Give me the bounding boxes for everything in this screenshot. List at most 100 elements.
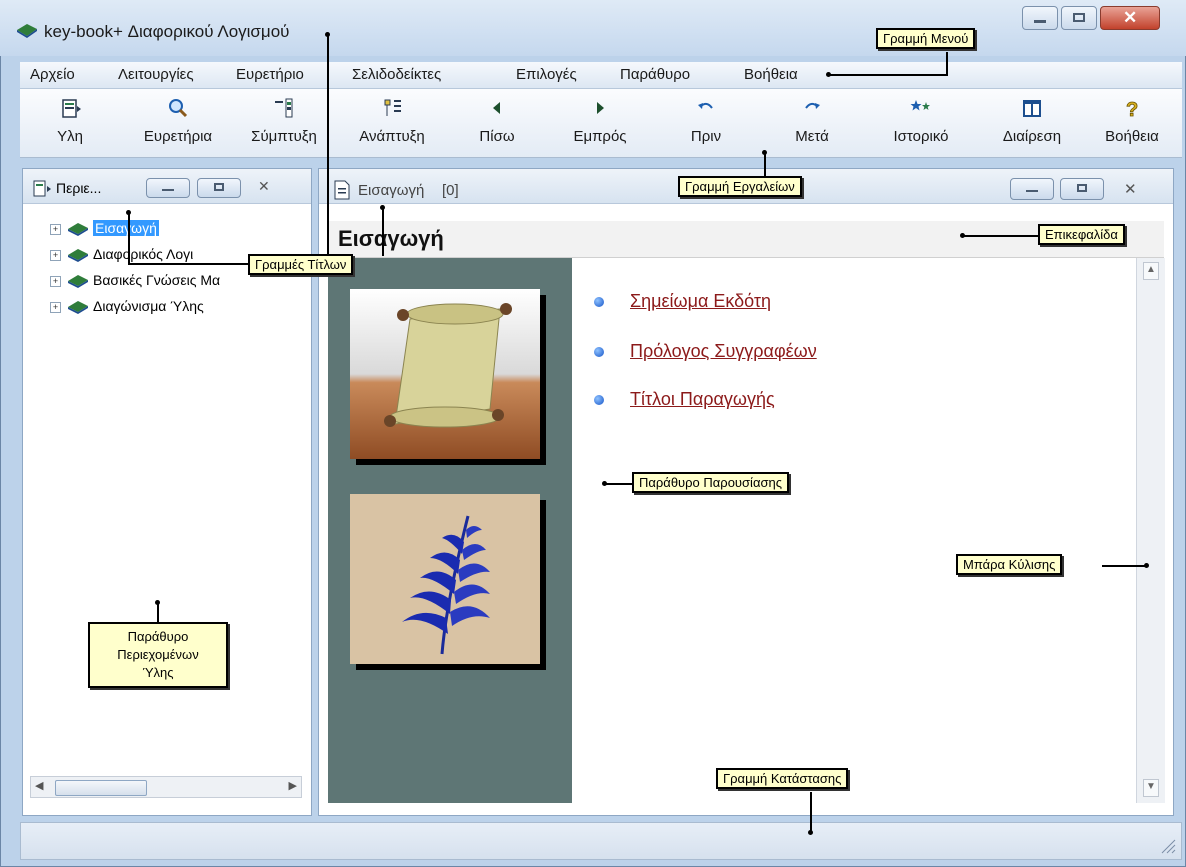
callout-line	[128, 263, 250, 265]
menu-bookmarks[interactable]: Σελιδοδείκτες	[352, 66, 441, 83]
toolbar-collapse-label: Σύμπτυξη	[251, 128, 317, 145]
menu-file[interactable]: Αρχείο	[30, 66, 75, 83]
toolbar-help-button[interactable]: ? Βοήθεια	[1092, 96, 1172, 145]
bullet-icon	[594, 297, 604, 307]
close-button[interactable]: ✕	[1100, 6, 1160, 30]
callout-line	[327, 34, 329, 256]
document-close-icon[interactable]: ✕	[1124, 180, 1137, 198]
toolbar-material-button[interactable]: Υλη	[40, 96, 100, 145]
minimize-button[interactable]	[1022, 6, 1058, 30]
menu-window[interactable]: Παράθυρο	[620, 66, 690, 83]
scroll-down-icon[interactable]: ▼	[1143, 779, 1159, 797]
contents-horizontal-scrollbar[interactable]: ◀ ▶	[30, 776, 302, 798]
toolbar-material-label: Υλη	[57, 128, 83, 145]
callout-line	[382, 208, 384, 256]
split-icon	[1023, 100, 1041, 117]
book-icon	[68, 223, 88, 237]
callout-menu-bar: Γραμμή Μενού	[876, 28, 976, 49]
bullet-icon	[594, 395, 604, 405]
callout-line	[606, 483, 632, 485]
menu-functions[interactable]: Λειτουργίες	[118, 66, 194, 83]
callout-title-bars: Γραμμές Τίτλων	[248, 254, 354, 275]
contents-close-icon[interactable]: ✕	[258, 178, 270, 195]
toolbar-history-button[interactable]: Ιστορικό	[874, 96, 968, 145]
expand-icon	[384, 99, 401, 116]
link-authors-preface[interactable]: Πρόλογος Συγγραφέων	[630, 341, 817, 362]
callout-presentation: Παράθυρο Παρουσίασης	[632, 472, 789, 493]
callout-dot	[762, 150, 767, 155]
toolbar-previous-label: Πριν	[690, 128, 722, 145]
help-icon: ?	[1126, 99, 1139, 122]
toolbar-next-label: Μετά	[795, 128, 829, 145]
callout-line	[128, 213, 130, 264]
resize-grip-icon[interactable]	[1158, 836, 1176, 854]
maximize-button[interactable]	[1061, 6, 1097, 30]
callout-contents-line2: Περιεχομένων	[117, 647, 199, 662]
callout-dot	[155, 600, 160, 605]
callout-dot	[960, 233, 965, 238]
book-app-icon	[17, 24, 37, 38]
callout-line	[157, 603, 159, 623]
callout-scrollbar: Μπάρα Κύλισης	[956, 554, 1063, 575]
tree-item-label: Εισαγωγή	[93, 220, 159, 236]
contents-maximize-button[interactable]	[197, 178, 241, 198]
close-icon: ✕	[1123, 8, 1138, 27]
toolbar-expand-label: Ανάπτυξη	[359, 128, 425, 145]
link-editor-note[interactable]: Σημείωμα Εκδότη	[630, 291, 771, 312]
contents-minimize-button[interactable]	[146, 178, 190, 198]
callout-dot	[126, 210, 131, 215]
callout-dot	[602, 481, 607, 486]
magnifier-icon	[169, 99, 188, 118]
book-icon	[68, 301, 88, 315]
menu-index[interactable]: Ευρετήριο	[236, 66, 304, 83]
expand-icon[interactable]: +	[50, 249, 61, 261]
callout-contents-line3: Ύλης	[142, 665, 174, 680]
forward-arrow-icon	[597, 102, 604, 114]
expand-icon[interactable]: +	[50, 223, 61, 235]
document-icon	[334, 180, 350, 200]
toolbar-next-button[interactable]: Μετά	[782, 96, 842, 145]
scroll-left-icon[interactable]: ◀	[35, 779, 43, 792]
callout-contents: Παράθυρο Περιεχομένων Ύλης	[88, 622, 228, 688]
expand-icon[interactable]: +	[50, 301, 61, 313]
tree-item-exam[interactable]: + Διαγώνισμα Ύλης	[50, 298, 204, 320]
callout-dot	[380, 205, 385, 210]
callout-status-bar: Γραμμή Κατάστασης	[716, 768, 849, 789]
back-arrow-icon	[493, 102, 500, 114]
tree-item-label: Διαφορικός Λογι	[93, 246, 194, 262]
callout-dot	[808, 830, 813, 835]
document-maximize-button[interactable]	[1060, 178, 1104, 200]
scroll-right-icon[interactable]: ▶	[289, 779, 297, 792]
scroll-up-icon[interactable]: ▲	[1143, 262, 1159, 280]
document-minimize-button[interactable]	[1010, 178, 1054, 200]
bullet-icon	[594, 347, 604, 357]
toolbar-expand-button[interactable]: Ανάπτυξη	[344, 96, 440, 145]
callout-line	[946, 52, 948, 76]
tree-item-label: Βασικές Γνώσεις Μα	[93, 272, 221, 288]
history-icon	[910, 100, 930, 111]
toolbar-previous-button[interactable]: Πριν	[676, 96, 736, 145]
toolbar-back-button[interactable]: Πίσω	[462, 96, 532, 145]
parchment-scroll-icon	[350, 289, 540, 459]
menu-options[interactable]: Επιλογές	[516, 66, 577, 83]
toolbar-forward-button[interactable]: Εμπρός	[560, 96, 640, 145]
contents-window-icon	[33, 180, 51, 197]
toolbar-split-button[interactable]: Διαίρεση	[984, 96, 1080, 145]
menu-help[interactable]: Βοήθεια	[744, 66, 798, 83]
toolbar-forward-label: Εμπρός	[573, 128, 627, 145]
book-icon	[68, 275, 88, 289]
toolbar-indexes-button[interactable]: Ευρετήρια	[130, 96, 226, 145]
window-title: key-book+ Διαφορικού Λογισμού	[44, 22, 290, 41]
expand-icon[interactable]: +	[50, 275, 61, 287]
fern-fractal-icon	[402, 515, 490, 655]
callout-toolbar: Γραμμή Εργαλείων	[678, 176, 802, 197]
callout-line	[764, 152, 766, 176]
tree-item-introduction[interactable]: + Εισαγωγή	[50, 220, 159, 242]
tree-item-basic-knowledge[interactable]: + Βασικές Γνώσεις Μα	[50, 272, 220, 294]
toolbar-collapse-button[interactable]: Σύμπτυξη	[236, 96, 332, 145]
link-production-credits[interactable]: Τίτλοι Παραγωγής	[630, 389, 775, 410]
page-header: Εισαγωγή	[338, 226, 444, 251]
callout-line	[1102, 565, 1146, 567]
scroll-thumb[interactable]	[55, 780, 147, 796]
vertical-scrollbar[interactable]: ▲ ▼	[1136, 258, 1165, 803]
